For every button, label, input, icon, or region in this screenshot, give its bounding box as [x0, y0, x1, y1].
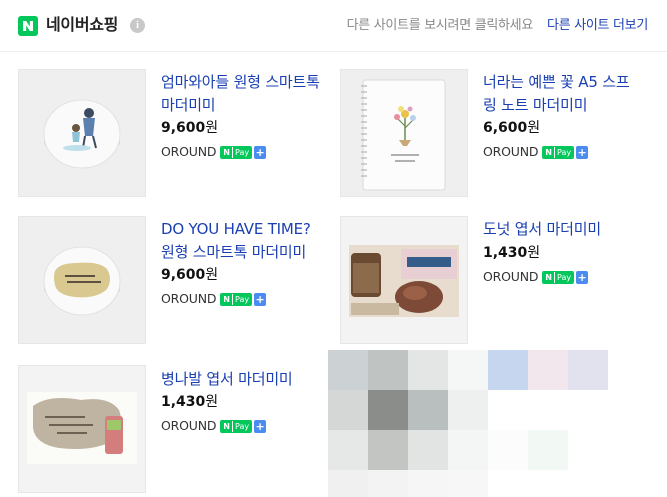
npay-pay: Pay — [232, 420, 252, 432]
product-price: 1,430원 — [483, 243, 540, 263]
info-icon[interactable]: i — [130, 18, 145, 33]
price-value: 1,430 — [161, 394, 206, 410]
price-unit: 원 — [527, 245, 541, 261]
npay-n: N — [221, 146, 232, 158]
mall-info: OROUND N Pay + — [161, 417, 267, 435]
price-value: 9,600 — [161, 120, 206, 136]
mall-name[interactable]: OROUND — [483, 268, 538, 286]
more-sites-link[interactable]: 다른 사이트 더보기 — [547, 16, 648, 36]
mall-info: OROUND N Pay + — [483, 143, 589, 161]
npay-pay: Pay — [232, 293, 252, 305]
npay-plus-icon: + — [254, 292, 267, 306]
npay-plus-icon: + — [576, 145, 589, 159]
product-thumbnail[interactable] — [340, 69, 468, 197]
product-thumbnail[interactable] — [18, 365, 146, 493]
product-title[interactable]: 너라는 예쁜 꽃 A5 스프링 노트 마더미미 — [483, 71, 643, 117]
npay-n: N — [543, 271, 554, 283]
product-price: 9,600원 — [161, 118, 218, 138]
naver-pay-badge-icon: N Pay — [220, 145, 253, 159]
price-unit: 원 — [205, 267, 219, 283]
naver-pay-badge-icon: N Pay — [542, 270, 575, 284]
npay-n: N — [221, 293, 232, 305]
npay-pay: Pay — [554, 146, 574, 158]
price-unit: 원 — [205, 394, 219, 410]
mall-name[interactable]: OROUND — [161, 417, 216, 435]
mall-name[interactable]: OROUND — [483, 143, 538, 161]
product-title[interactable]: 병나발 엽서 마더미미 — [161, 368, 321, 391]
mall-name[interactable]: OROUND — [161, 143, 216, 161]
naver-pay-badge-icon: N Pay — [220, 419, 253, 433]
npay-plus-icon: + — [254, 419, 267, 433]
npay-n: N — [221, 420, 232, 432]
product-title[interactable]: 도넛 엽서 마더미미 — [483, 218, 643, 241]
mall-info: OROUND N Pay + — [483, 268, 589, 286]
npay-plus-icon: + — [576, 270, 589, 284]
mall-info: OROUND N Pay + — [161, 143, 267, 161]
npay-plus-icon: + — [254, 145, 267, 159]
price-value: 6,600 — [483, 120, 528, 136]
naver-n-logo-icon — [18, 16, 38, 36]
shopping-header: 네이버쇼핑 i 다른 사이트를 보시려면 클릭하세요 다른 사이트 더보기 — [0, 0, 667, 52]
product-thumbnail[interactable] — [340, 216, 468, 344]
mall-info: OROUND N Pay + — [161, 290, 267, 308]
brand-title[interactable]: 네이버쇼핑 — [46, 14, 118, 36]
pixelated-mosaic-region — [328, 350, 608, 497]
product-price: 9,600원 — [161, 265, 218, 285]
product-price: 6,600원 — [483, 118, 540, 138]
npay-pay: Pay — [554, 271, 574, 283]
npay-pay: Pay — [232, 146, 252, 158]
product-thumbnail[interactable] — [18, 69, 146, 197]
price-value: 9,600 — [161, 267, 206, 283]
npay-n: N — [543, 146, 554, 158]
product-title[interactable]: 엄마와아들 원형 스마트톡 마더미미 — [161, 71, 321, 117]
price-unit: 원 — [527, 120, 541, 136]
product-thumbnail[interactable] — [18, 216, 146, 344]
product-title[interactable]: DO YOU HAVE TIME? 원형 스마트톡 마더미미 — [161, 218, 321, 264]
other-sites-notice: 다른 사이트를 보시려면 클릭하세요 — [346, 18, 534, 33]
mall-name[interactable]: OROUND — [161, 290, 216, 308]
price-value: 1,430 — [483, 245, 528, 261]
naver-pay-badge-icon: N Pay — [542, 145, 575, 159]
naver-pay-badge-icon: N Pay — [220, 292, 253, 306]
price-unit: 원 — [205, 120, 219, 136]
product-price: 1,430원 — [161, 392, 218, 412]
